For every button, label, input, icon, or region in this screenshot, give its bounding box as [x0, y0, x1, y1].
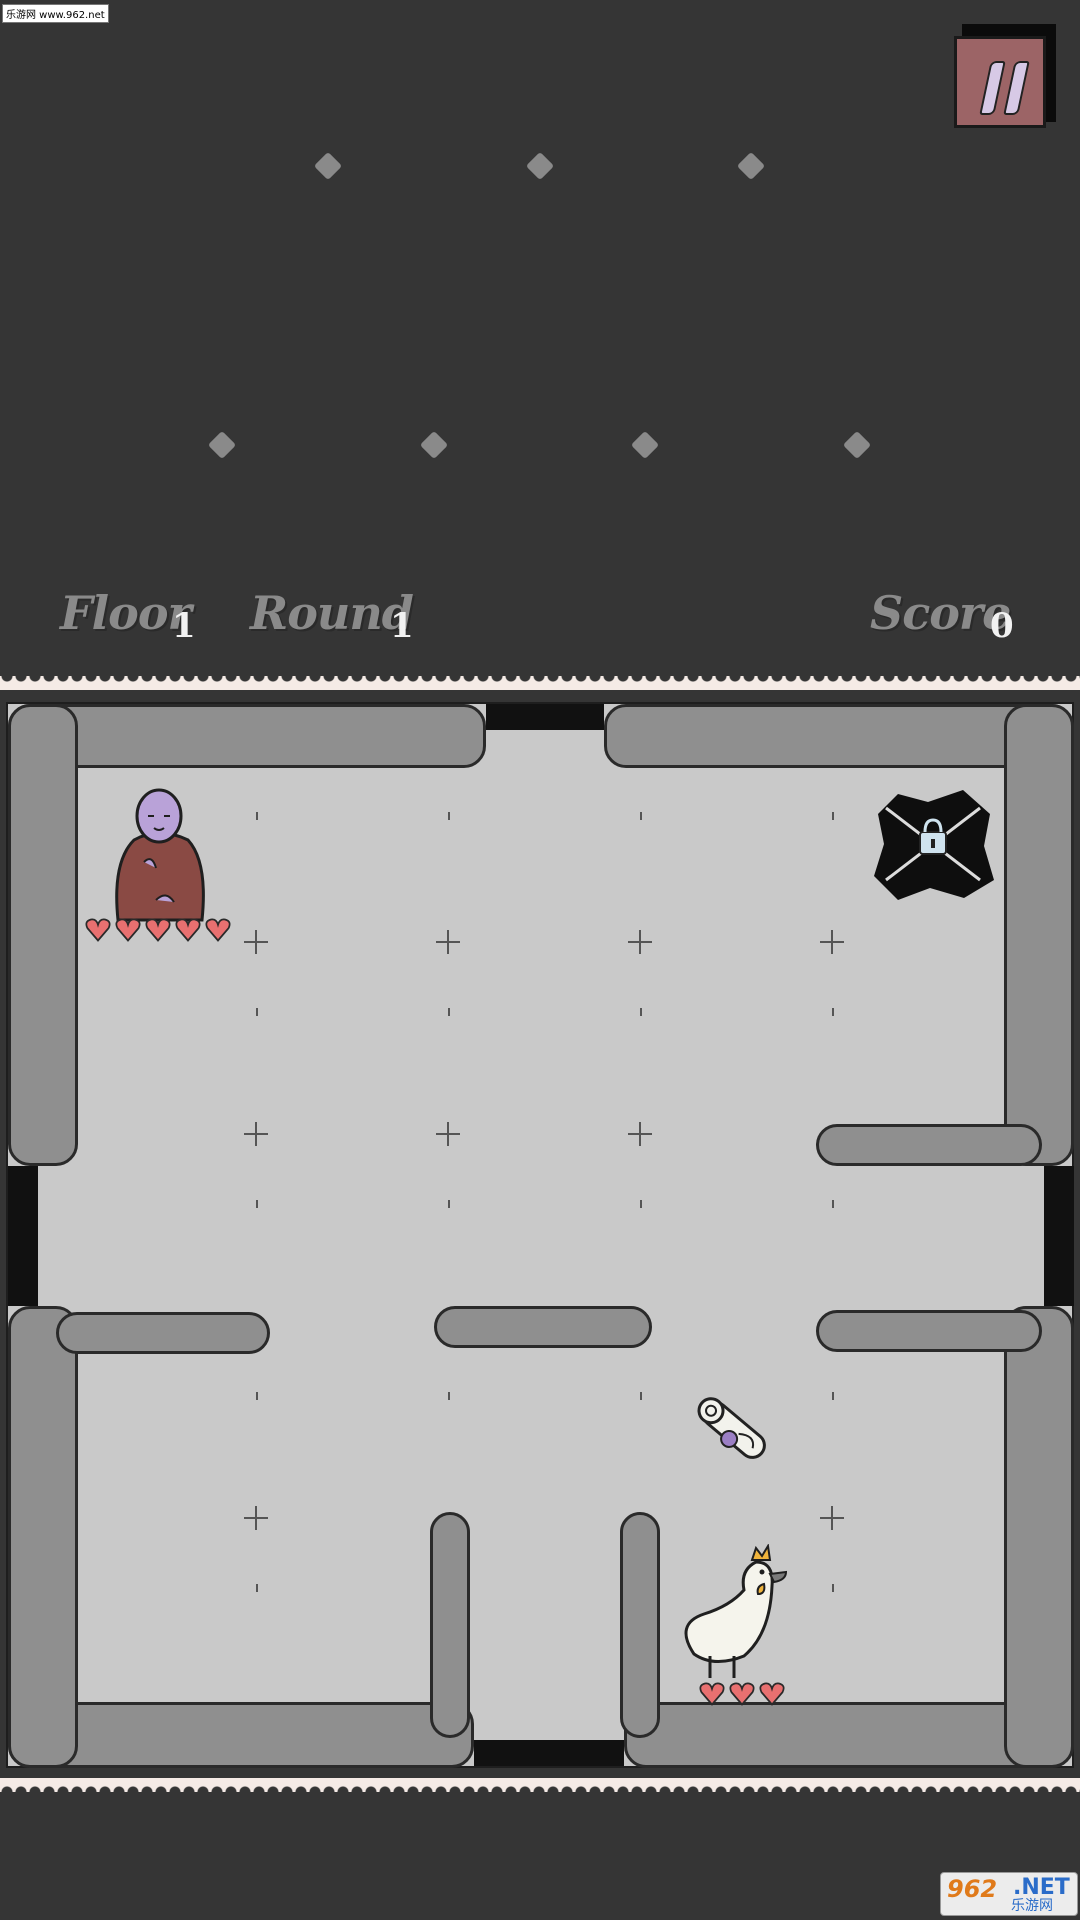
move-indicator-dot[interactable] [419, 430, 449, 460]
watermark-cn: 乐游网 [1011, 1898, 1053, 1914]
wall-right-lower [1004, 1306, 1074, 1768]
chained-lock-icon[interactable] [868, 784, 998, 904]
round-label: Round [250, 586, 414, 640]
grid-marker [628, 1122, 652, 1146]
wall-right-upper [1004, 704, 1074, 1166]
grid-tick [640, 1392, 642, 1400]
grid-tick [640, 812, 642, 820]
wall-left-lower [8, 1306, 78, 1768]
grid-tick [256, 1008, 258, 1016]
board-bottom-border [0, 1778, 1080, 1792]
wall-segment [620, 1512, 660, 1738]
move-indicator-dot[interactable] [630, 430, 660, 460]
grid-tick [448, 1200, 450, 1208]
grid-marker [436, 930, 460, 954]
move-indicator-dot[interactable] [736, 151, 766, 181]
grid-tick [832, 812, 834, 820]
grid-tick [256, 812, 258, 820]
wall-segment [816, 1310, 1042, 1352]
heart-icon [115, 918, 141, 942]
heart-icon [205, 918, 231, 942]
watermark-bottom-right: 962 .NET 乐游网 [940, 1872, 1078, 1916]
wall-segment [56, 1312, 270, 1354]
wall-left-upper [8, 704, 78, 1166]
grid-tick [256, 1200, 258, 1208]
grid-tick [448, 1392, 450, 1400]
board-top-border [0, 676, 1080, 690]
move-indicator-dot[interactable] [313, 151, 343, 181]
heart-icon [85, 918, 111, 942]
watermark-brand: 962 [947, 1875, 998, 1903]
heart-icon [759, 1682, 785, 1706]
door-top [486, 704, 604, 730]
watermark-top-left: 乐游网 www.962.net [2, 4, 109, 23]
floor-value: 1 [172, 606, 196, 646]
grid-marker [820, 1506, 844, 1530]
wall-segment [816, 1124, 1042, 1166]
grid-tick [832, 1008, 834, 1016]
heart-icon [729, 1682, 755, 1706]
grid-tick [832, 1392, 834, 1400]
grid-marker [244, 1506, 268, 1530]
door-right [1044, 1166, 1074, 1306]
move-indicator-dot[interactable] [525, 151, 555, 181]
pause-icon [954, 36, 1046, 128]
move-indicator-dot[interactable] [207, 430, 237, 460]
score-value: 0 [990, 606, 1014, 646]
game-board [6, 702, 1074, 1768]
enemy-health [698, 1680, 786, 1708]
door-bottom [474, 1740, 624, 1766]
heart-icon [699, 1682, 725, 1706]
grid-marker [436, 1122, 460, 1146]
grid-marker [244, 1122, 268, 1146]
player-health [84, 916, 232, 944]
heart-icon [175, 918, 201, 942]
heart-icon [145, 918, 171, 942]
grid-tick [640, 1008, 642, 1016]
grid-tick [256, 1392, 258, 1400]
grid-tick [448, 812, 450, 820]
move-indicator-dot[interactable] [842, 430, 872, 460]
grid-tick [256, 1584, 258, 1592]
wall-top-left [8, 704, 486, 768]
grid-tick [640, 1200, 642, 1208]
door-left [8, 1166, 38, 1306]
grid-marker [820, 930, 844, 954]
wall-segment [430, 1512, 470, 1738]
round-value: 1 [390, 606, 414, 646]
grid-tick [448, 1008, 450, 1016]
chicken-icon[interactable] [674, 1544, 798, 1694]
pause-button[interactable] [952, 24, 1058, 130]
monk-icon[interactable] [104, 782, 214, 922]
grid-tick [832, 1584, 834, 1592]
grid-marker [244, 930, 268, 954]
scroll-icon[interactable] [684, 1380, 784, 1480]
grid-tick [832, 1200, 834, 1208]
wall-segment [434, 1306, 652, 1348]
grid-marker [628, 930, 652, 954]
